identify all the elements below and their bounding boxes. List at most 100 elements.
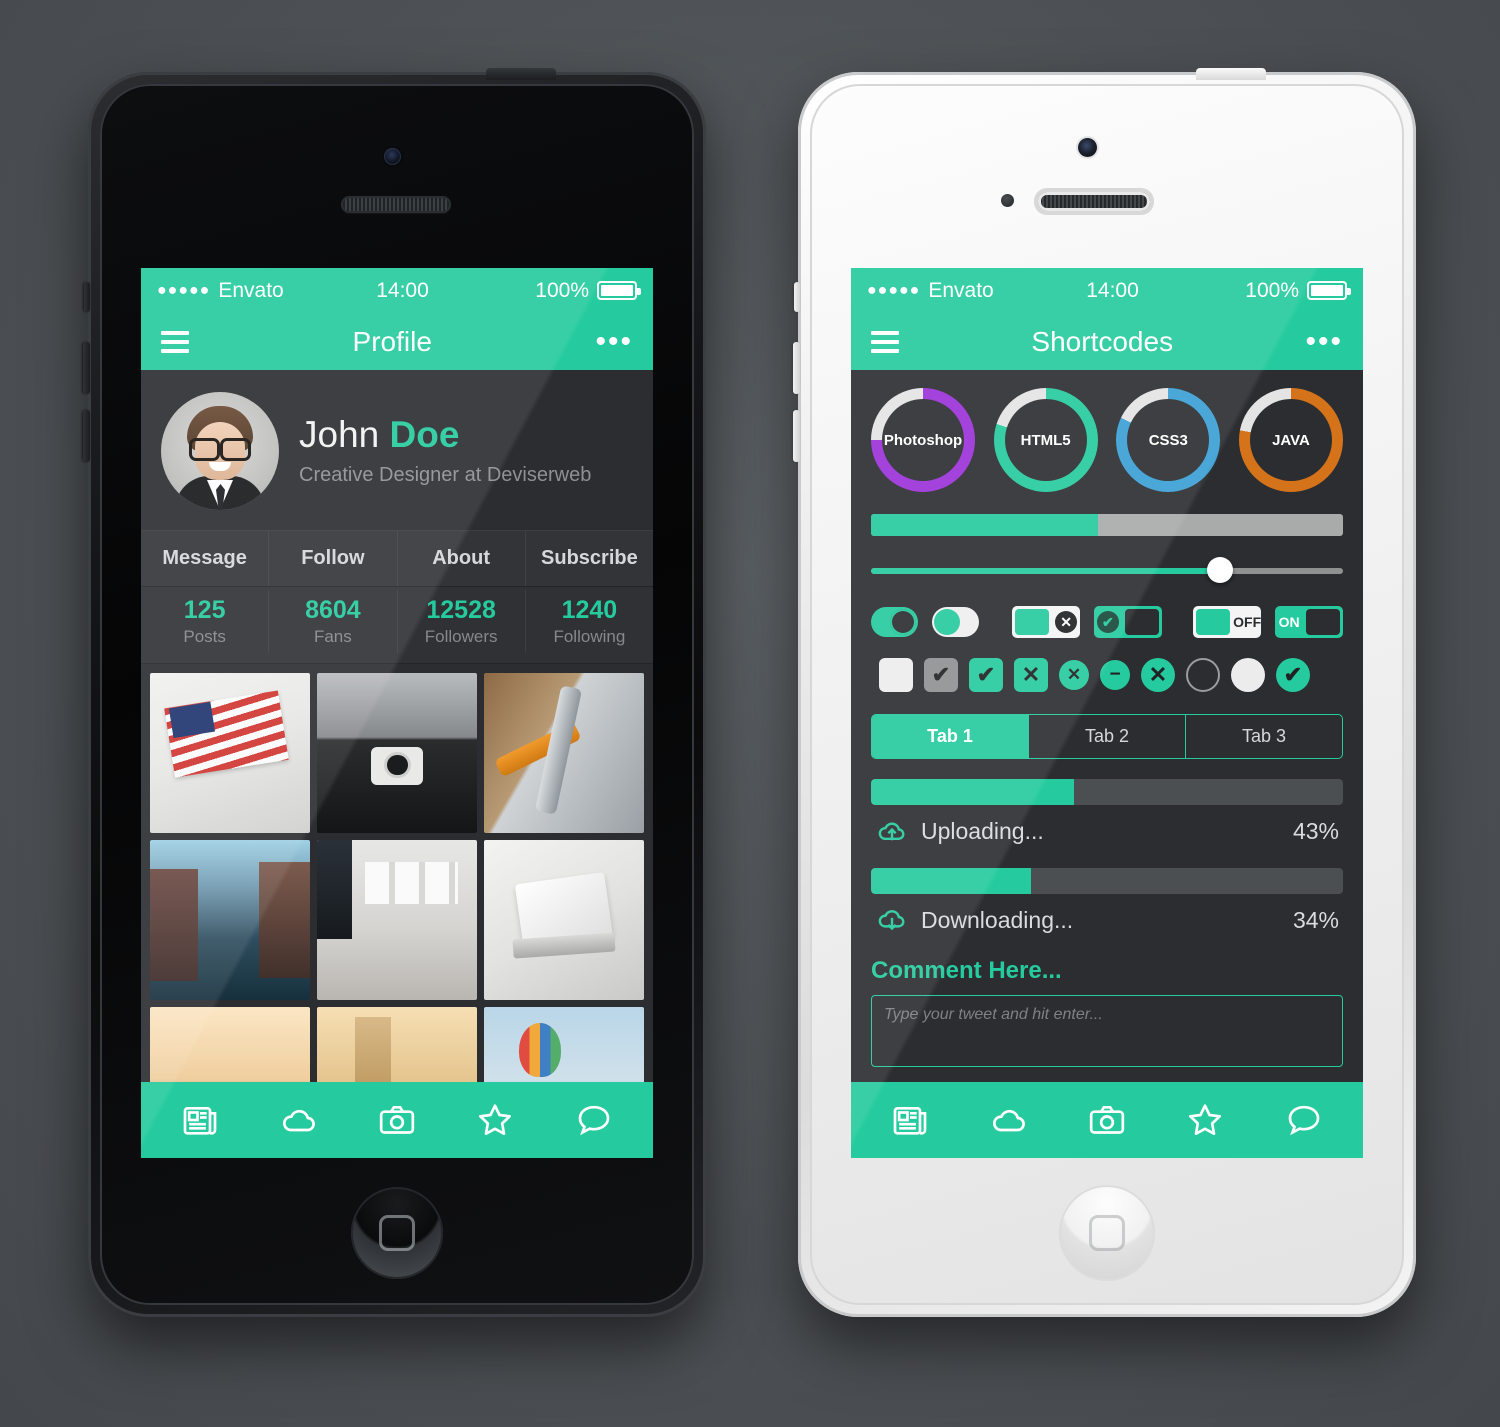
photo-thumbnail[interactable] [150, 840, 310, 1000]
photo-thumbnail[interactable] [317, 1007, 477, 1082]
front-camera-right [1078, 138, 1097, 157]
photo-grid [141, 664, 653, 1082]
toggle-square-on[interactable]: ON [1275, 606, 1344, 638]
home-square-icon [379, 1215, 415, 1251]
checkbox-gray-checked[interactable]: ✔ [924, 658, 958, 692]
profile-first-name: John [299, 414, 390, 456]
toggle-square-off[interactable]: OFF [1193, 606, 1262, 638]
circle-minus[interactable]: − [1100, 660, 1130, 690]
upload-percent-label: 43% [1292, 817, 1339, 844]
mute-switch-right[interactable] [794, 282, 800, 312]
photo-thumbnail[interactable] [484, 673, 644, 833]
subscribe-button[interactable]: Subscribe [526, 531, 653, 586]
photo-thumbnail[interactable] [317, 840, 477, 1000]
toggle-off-label: OFF [1233, 614, 1262, 630]
photo-thumbnail[interactable] [317, 673, 477, 833]
photo-thumbnail[interactable] [150, 673, 310, 833]
toggle-square-check[interactable]: ✔ [1094, 606, 1162, 638]
upload-status-label: Uploading... [921, 817, 1044, 844]
screen-right: ●●●●● Envato 14:00 100% Shortcodes ••• P… [851, 268, 1363, 1158]
volume-down-right[interactable] [793, 410, 800, 462]
front-camera-left [384, 148, 401, 165]
star-icon[interactable] [1185, 1100, 1225, 1140]
profile-last-name: Doe [389, 414, 460, 456]
checkbox-green-cross[interactable]: ✕ [1014, 658, 1048, 692]
newspaper-icon[interactable] [890, 1100, 930, 1140]
tab-1[interactable]: Tab 1 [872, 715, 1029, 758]
tab-3[interactable]: Tab 3 [1186, 715, 1342, 758]
clock-label: 14:00 [1086, 278, 1139, 302]
camera-icon[interactable] [377, 1100, 417, 1140]
circle-cross-small[interactable]: ✕ [1059, 660, 1089, 690]
toggle-row: ✕ ✔ OFF ON [871, 606, 1344, 638]
toggle-on-label: ON [1278, 614, 1300, 630]
home-square-icon [1089, 1215, 1125, 1251]
checkbox-green-checked[interactable]: ✔ [969, 658, 1003, 692]
stat-fans[interactable]: 8604 Fans [269, 590, 398, 653]
hamburger-icon[interactable] [871, 330, 899, 353]
power-button-right[interactable] [1196, 68, 1266, 80]
photo-thumbnail[interactable] [150, 1007, 310, 1082]
stat-posts[interactable]: 125 Posts [141, 590, 270, 653]
cloud-icon[interactable] [279, 1100, 319, 1140]
stat-followers[interactable]: 12528 Followers [398, 590, 526, 653]
skill-ring-label: CSS3 [1148, 431, 1188, 449]
chat-icon[interactable] [574, 1100, 614, 1140]
radio-empty[interactable] [1186, 658, 1220, 692]
comment-input[interactable]: Type your tweet and hit enter... [871, 995, 1343, 1067]
cloud-icon[interactable] [989, 1100, 1029, 1140]
stat-followers-label: Followers [424, 627, 498, 646]
toggle-square-cross[interactable]: ✕ [1012, 606, 1080, 638]
cross-icon: ✕ [1055, 611, 1078, 633]
progress-bar [871, 514, 1343, 536]
toggle-pill-on[interactable] [871, 607, 918, 637]
volume-down-left[interactable] [83, 410, 90, 462]
tab-group: Tab 1 Tab 2 Tab 3 [871, 714, 1343, 759]
circle-check[interactable]: ✔ [1276, 658, 1310, 692]
camera-icon[interactable] [1087, 1100, 1127, 1140]
status-bar-left: ●●●●● Envato 14:00 100% [141, 268, 653, 313]
more-dots-icon[interactable]: ••• [595, 326, 633, 356]
proximity-sensor-right [1001, 194, 1014, 207]
home-button-left[interactable] [351, 1187, 443, 1279]
nav-bar-left: Profile ••• [141, 313, 653, 370]
volume-up-left[interactable] [83, 342, 90, 394]
stat-posts-value: 125 [183, 596, 226, 624]
circle-cross[interactable]: ✕ [1141, 658, 1175, 692]
cloud-download-icon [878, 910, 905, 931]
stat-followers-value: 12528 [426, 596, 496, 624]
volume-up-right[interactable] [793, 342, 800, 394]
skill-ring-label: Photoshop [883, 431, 963, 449]
download-progress-track [871, 868, 1343, 894]
checkbox-row: ✔ ✔ ✕ ✕ − ✕ ✔ [871, 658, 1343, 692]
status-bar-right: ●●●●● Envato 14:00 100% [851, 268, 1363, 313]
page-title: Shortcodes [1031, 325, 1174, 357]
battery-area: 100% [535, 279, 641, 303]
power-button-left[interactable] [486, 68, 556, 80]
stat-posts-label: Posts [183, 627, 226, 646]
comment-placeholder: Type your tweet and hit enter... [884, 1006, 1103, 1023]
download-progress-block: Downloading... 34% [871, 868, 1343, 949]
newspaper-icon[interactable] [180, 1100, 220, 1140]
radio-white[interactable] [1231, 658, 1265, 692]
photo-thumbnail[interactable] [484, 840, 644, 1000]
battery-icon [597, 281, 641, 300]
checkbox-empty[interactable] [879, 658, 913, 692]
slider-handle[interactable] [1207, 557, 1234, 583]
more-dots-icon[interactable]: ••• [1305, 326, 1343, 356]
mute-switch-left[interactable] [84, 282, 90, 312]
about-button[interactable]: About [398, 531, 526, 586]
toggle-pill-off[interactable] [931, 607, 979, 637]
follow-button[interactable]: Follow [269, 531, 398, 586]
stat-following[interactable]: 1240 Following [526, 590, 653, 653]
hamburger-icon[interactable] [161, 330, 189, 353]
tab-2[interactable]: Tab 2 [1029, 715, 1186, 758]
skill-ring-css3: CSS3 [1116, 388, 1221, 492]
message-button[interactable]: Message [141, 531, 270, 586]
range-slider[interactable] [871, 557, 1343, 584]
chat-icon[interactable] [1284, 1100, 1324, 1140]
photo-thumbnail[interactable] [484, 1007, 644, 1082]
upload-progress-fill [871, 779, 1074, 805]
star-icon[interactable] [475, 1100, 515, 1140]
home-button-right[interactable] [1059, 1185, 1155, 1281]
